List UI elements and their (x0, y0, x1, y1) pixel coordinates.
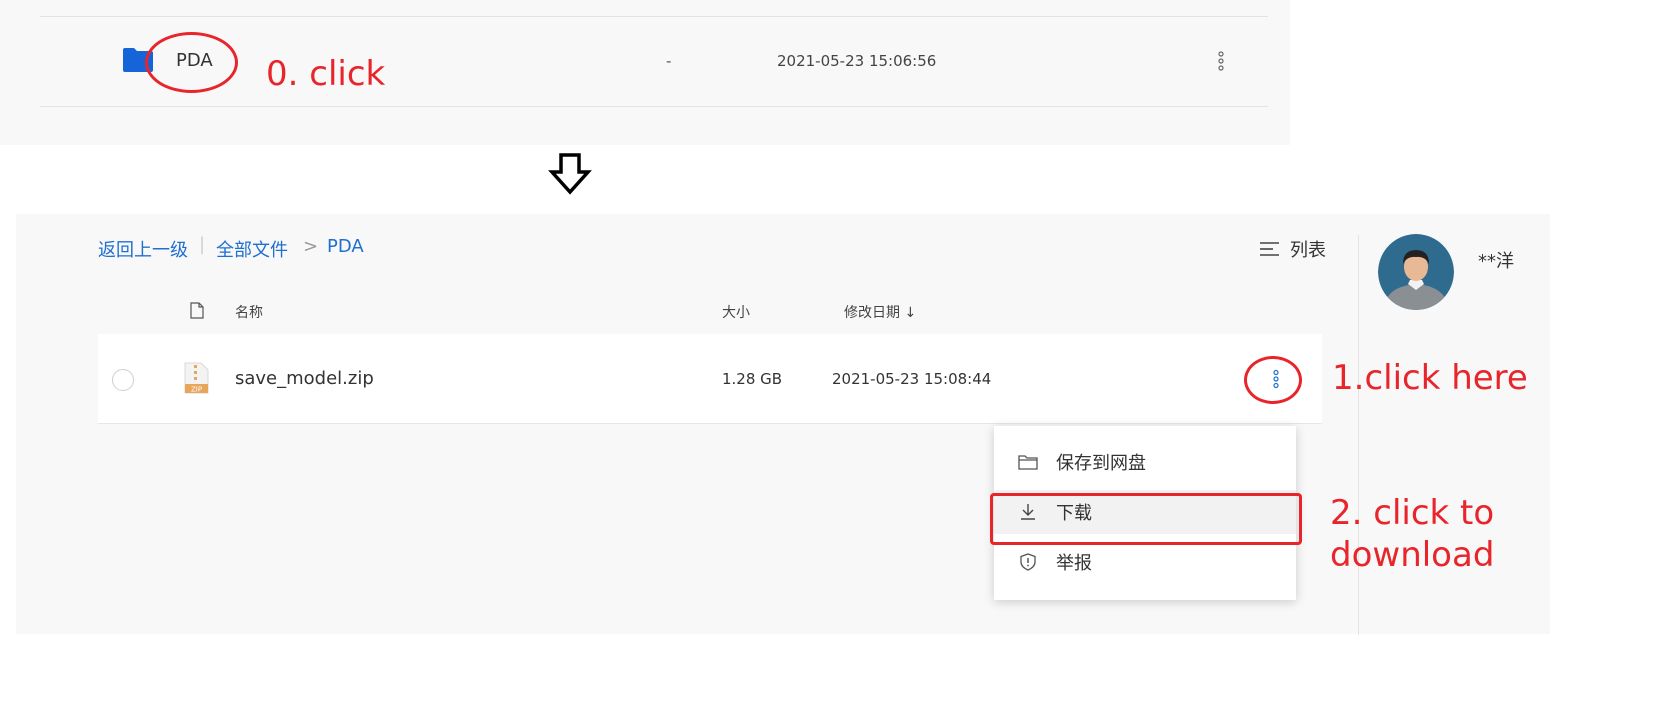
view-mode-toggle[interactable]: 列表 (1260, 236, 1326, 262)
header-size[interactable]: 大小 (722, 302, 750, 322)
arrow-down-icon (548, 153, 592, 195)
folder-modified-date: 2021-05-23 15:06:56 (777, 52, 937, 70)
file-name[interactable]: save_model.zip (235, 368, 374, 389)
breadcrumb-all-files-link[interactable]: 全部文件 (216, 236, 288, 262)
zip-file-icon: ZIP (184, 362, 209, 394)
annotation-step2: 2. click to download (1330, 492, 1494, 576)
annotation-circle (145, 32, 238, 93)
username: **洋 (1478, 251, 1514, 272)
header-modified-sort[interactable]: 修改日期 ↓ (844, 302, 916, 322)
view-mode-label: 列表 (1290, 240, 1326, 261)
file-size: 1.28 GB (722, 370, 783, 388)
report-icon (1020, 553, 1036, 571)
menu-item-save-to-disk[interactable]: 保存到网盘 (994, 440, 1296, 484)
divider (40, 16, 1268, 17)
file-type-header-icon (190, 302, 204, 319)
list-view-icon (1260, 242, 1279, 256)
annotation-step1: 1.click here (1332, 358, 1528, 398)
breadcrumb-separator: | (199, 234, 206, 255)
menu-item-report[interactable]: 举报 (994, 540, 1296, 584)
folder-icon (1018, 455, 1038, 470)
file-browser-panel (16, 214, 1550, 634)
annotation-highlight-box (990, 493, 1302, 545)
annotation-step2-line2: download (1330, 535, 1495, 575)
header-name[interactable]: 名称 (235, 302, 263, 322)
avatar[interactable] (1378, 234, 1454, 310)
more-options-icon[interactable] (1218, 50, 1224, 72)
menu-item-label: 保存到网盘 (1056, 453, 1146, 474)
breadcrumb-current[interactable]: PDA (327, 236, 364, 257)
row-select-radio[interactable] (112, 369, 134, 391)
breadcrumb-chevron-icon: > (303, 236, 319, 257)
breadcrumb-back-link[interactable]: 返回上一级 (98, 236, 188, 262)
divider (40, 106, 1268, 107)
annotation-circle (1244, 356, 1302, 404)
annotation-step0: 0. click (266, 54, 386, 94)
menu-item-label: 举报 (1056, 553, 1092, 574)
zip-icon-label: ZIP (191, 386, 202, 394)
annotation-step2-line1: 2. click to (1330, 493, 1495, 533)
folder-size: - (666, 52, 672, 70)
file-modified-date: 2021-05-23 15:08:44 (832, 370, 992, 388)
